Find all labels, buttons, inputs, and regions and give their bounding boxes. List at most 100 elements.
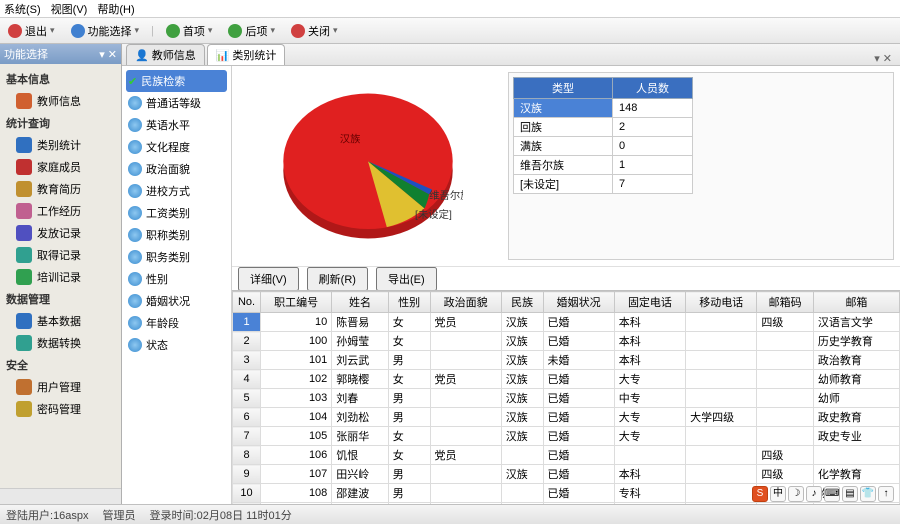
tab-category-stats[interactable]: 📊 类别统计 xyxy=(207,44,286,65)
export-button[interactable]: 导出(E) xyxy=(376,267,437,291)
nav-label: 密码管理 xyxy=(37,401,81,417)
nav-家庭成员[interactable]: 家庭成员 xyxy=(4,156,117,178)
nav-用户管理[interactable]: 用户管理 xyxy=(4,376,117,398)
toolbar-首项[interactable]: 首项▾ xyxy=(162,21,217,41)
tray-icon[interactable]: 中 xyxy=(770,486,786,502)
table-row[interactable]: 7105张丽华女汉族已婚大专政史专业 xyxy=(233,427,900,446)
grid-header[interactable]: 姓名 xyxy=(332,292,389,313)
category-item[interactable]: 英语水平 xyxy=(126,114,227,136)
nav-label: 类别统计 xyxy=(37,137,81,153)
toolbar-后项[interactable]: 后项▾ xyxy=(224,21,279,41)
grid-header[interactable]: 政治面貌 xyxy=(430,292,501,313)
tray-icon[interactable]: ⌨ xyxy=(824,486,840,502)
table-row[interactable]: 9107田兴岭男汉族已婚本科四级化学教育 xyxy=(233,465,900,484)
nav-icon xyxy=(16,379,32,395)
tab-label: 教师信息 xyxy=(152,47,196,63)
toolbar-icon xyxy=(8,24,22,38)
nav-label: 教育简历 xyxy=(37,181,81,197)
category-item[interactable]: 婚姻状况 xyxy=(126,290,227,312)
tray-icon[interactable]: ♪ xyxy=(806,486,822,502)
grid-header[interactable]: 固定电话 xyxy=(614,292,685,313)
data-grid-wrap[interactable]: No.职工编号姓名性别政治面貌民族婚姻状况固定电话移动电话邮箱码邮箱110陈晋易… xyxy=(232,290,900,504)
tray-icon[interactable]: ▤ xyxy=(842,486,858,502)
refresh-button[interactable]: 刷新(R) xyxy=(307,267,368,291)
sidebar-scrollbar[interactable] xyxy=(0,488,121,504)
nav-label: 发放记录 xyxy=(37,225,81,241)
grid-header[interactable]: 婚姻状况 xyxy=(543,292,614,313)
nav-类别统计[interactable]: 类别统计 xyxy=(4,134,117,156)
grid-cell: 女 xyxy=(388,313,430,332)
menu-system[interactable]: 系统(S) xyxy=(4,1,41,17)
category-item[interactable]: 年龄段 xyxy=(126,312,227,334)
toolbar-退出[interactable]: 退出▾ xyxy=(4,21,59,41)
grid-header[interactable]: 民族 xyxy=(501,292,543,313)
nav-数据转换[interactable]: 数据转换 xyxy=(4,332,117,354)
grid-cell xyxy=(501,446,543,465)
nav-取得记录[interactable]: 取得记录 xyxy=(4,244,117,266)
category-item[interactable]: 政治面貌 xyxy=(126,158,227,180)
category-item[interactable]: 性别 xyxy=(126,268,227,290)
tray-icon[interactable]: S xyxy=(752,486,768,502)
toolbar-icon xyxy=(291,24,305,38)
grid-cell: 男 xyxy=(388,389,430,408)
grid-header[interactable]: 职工编号 xyxy=(261,292,332,313)
table-row[interactable]: 6104刘劲松男汉族已婚大专大学四级政史教育 xyxy=(233,408,900,427)
table-row[interactable]: 110陈晋易女党员汉族已婚本科四级汉语言文学 xyxy=(233,313,900,332)
grid-cell: 邵建波 xyxy=(332,484,389,503)
table-row[interactable]: 4102郭晓樱女党员汉族已婚大专幼师教育 xyxy=(233,370,900,389)
category-label: 状态 xyxy=(146,337,168,353)
nav-工作经历[interactable]: 工作经历 xyxy=(4,200,117,222)
grid-cell: 党员 xyxy=(430,446,501,465)
grid-header[interactable]: 邮箱 xyxy=(813,292,899,313)
tray-icon[interactable]: 👕 xyxy=(860,486,876,502)
grid-cell: 100 xyxy=(261,332,332,351)
nav-教师信息[interactable]: 教师信息 xyxy=(4,90,117,112)
toolbar-关闭[interactable]: 关闭▾ xyxy=(287,21,342,41)
grid-cell xyxy=(757,332,814,351)
menu-help[interactable]: 帮助(H) xyxy=(97,1,134,17)
table-row[interactable]: 5103刘春男汉族已婚中专幼师 xyxy=(233,389,900,408)
category-item[interactable]: 职称类别 xyxy=(126,224,227,246)
grid-cell: 大专 xyxy=(614,408,685,427)
menu-view[interactable]: 视图(V) xyxy=(51,1,88,17)
grid-header[interactable]: 邮箱码 xyxy=(757,292,814,313)
grid-cell: 3 xyxy=(233,351,261,370)
grid-cell xyxy=(430,408,501,427)
grid-header[interactable]: 性别 xyxy=(388,292,430,313)
grid-header[interactable]: 移动电话 xyxy=(686,292,757,313)
tray-icon[interactable]: ☽ xyxy=(788,486,804,502)
nav-label: 工作经历 xyxy=(37,203,81,219)
table-row[interactable]: 3101刘云武男汉族未婚本科政治教育 xyxy=(233,351,900,370)
nav-培训记录[interactable]: 培训记录 xyxy=(4,266,117,288)
tray-icon[interactable]: ↑ xyxy=(878,486,894,502)
category-item[interactable]: 状态 xyxy=(126,334,227,356)
toolbar-功能选择[interactable]: 功能选择▾ xyxy=(67,21,144,41)
category-item[interactable]: 职务类别 xyxy=(126,246,227,268)
grid-cell: 6 xyxy=(233,408,261,427)
grid-cell: 政史教育 xyxy=(813,408,899,427)
grid-cell: 政史专业 xyxy=(813,427,899,446)
grid-cell: 本科 xyxy=(614,351,685,370)
grid-cell: 已婚 xyxy=(543,446,614,465)
tab-icon: 👤 xyxy=(135,49,149,62)
category-item[interactable]: 文化程度 xyxy=(126,136,227,158)
category-item[interactable]: 进校方式 xyxy=(126,180,227,202)
nav-发放记录[interactable]: 发放记录 xyxy=(4,222,117,244)
detail-button[interactable]: 详细(V) xyxy=(238,267,299,291)
toolbar-label: 首项 xyxy=(183,23,205,39)
table-row[interactable]: 2100孙姆莹女汉族已婚本科历史学教育 xyxy=(233,332,900,351)
grid-cell: 已婚 xyxy=(543,389,614,408)
category-item[interactable]: 工资类别 xyxy=(126,202,227,224)
table-row[interactable]: 8106饥恨女党员已婚四级 xyxy=(233,446,900,465)
category-item[interactable]: ✔民族检索 xyxy=(126,70,227,92)
tab-close-button[interactable]: ▾ ✕ xyxy=(870,52,896,65)
tab-teacher-info[interactable]: 👤 教师信息 xyxy=(126,44,205,65)
nav-基本数据[interactable]: 基本数据 xyxy=(4,310,117,332)
sidebar-pin-icon[interactable]: ▾ ✕ xyxy=(99,48,117,61)
summary-header: 人员数 xyxy=(613,78,693,99)
grid-header[interactable]: No. xyxy=(233,292,261,313)
grid-cell xyxy=(757,408,814,427)
nav-教育简历[interactable]: 教育简历 xyxy=(4,178,117,200)
category-item[interactable]: 普通话等级 xyxy=(126,92,227,114)
nav-密码管理[interactable]: 密码管理 xyxy=(4,398,117,420)
